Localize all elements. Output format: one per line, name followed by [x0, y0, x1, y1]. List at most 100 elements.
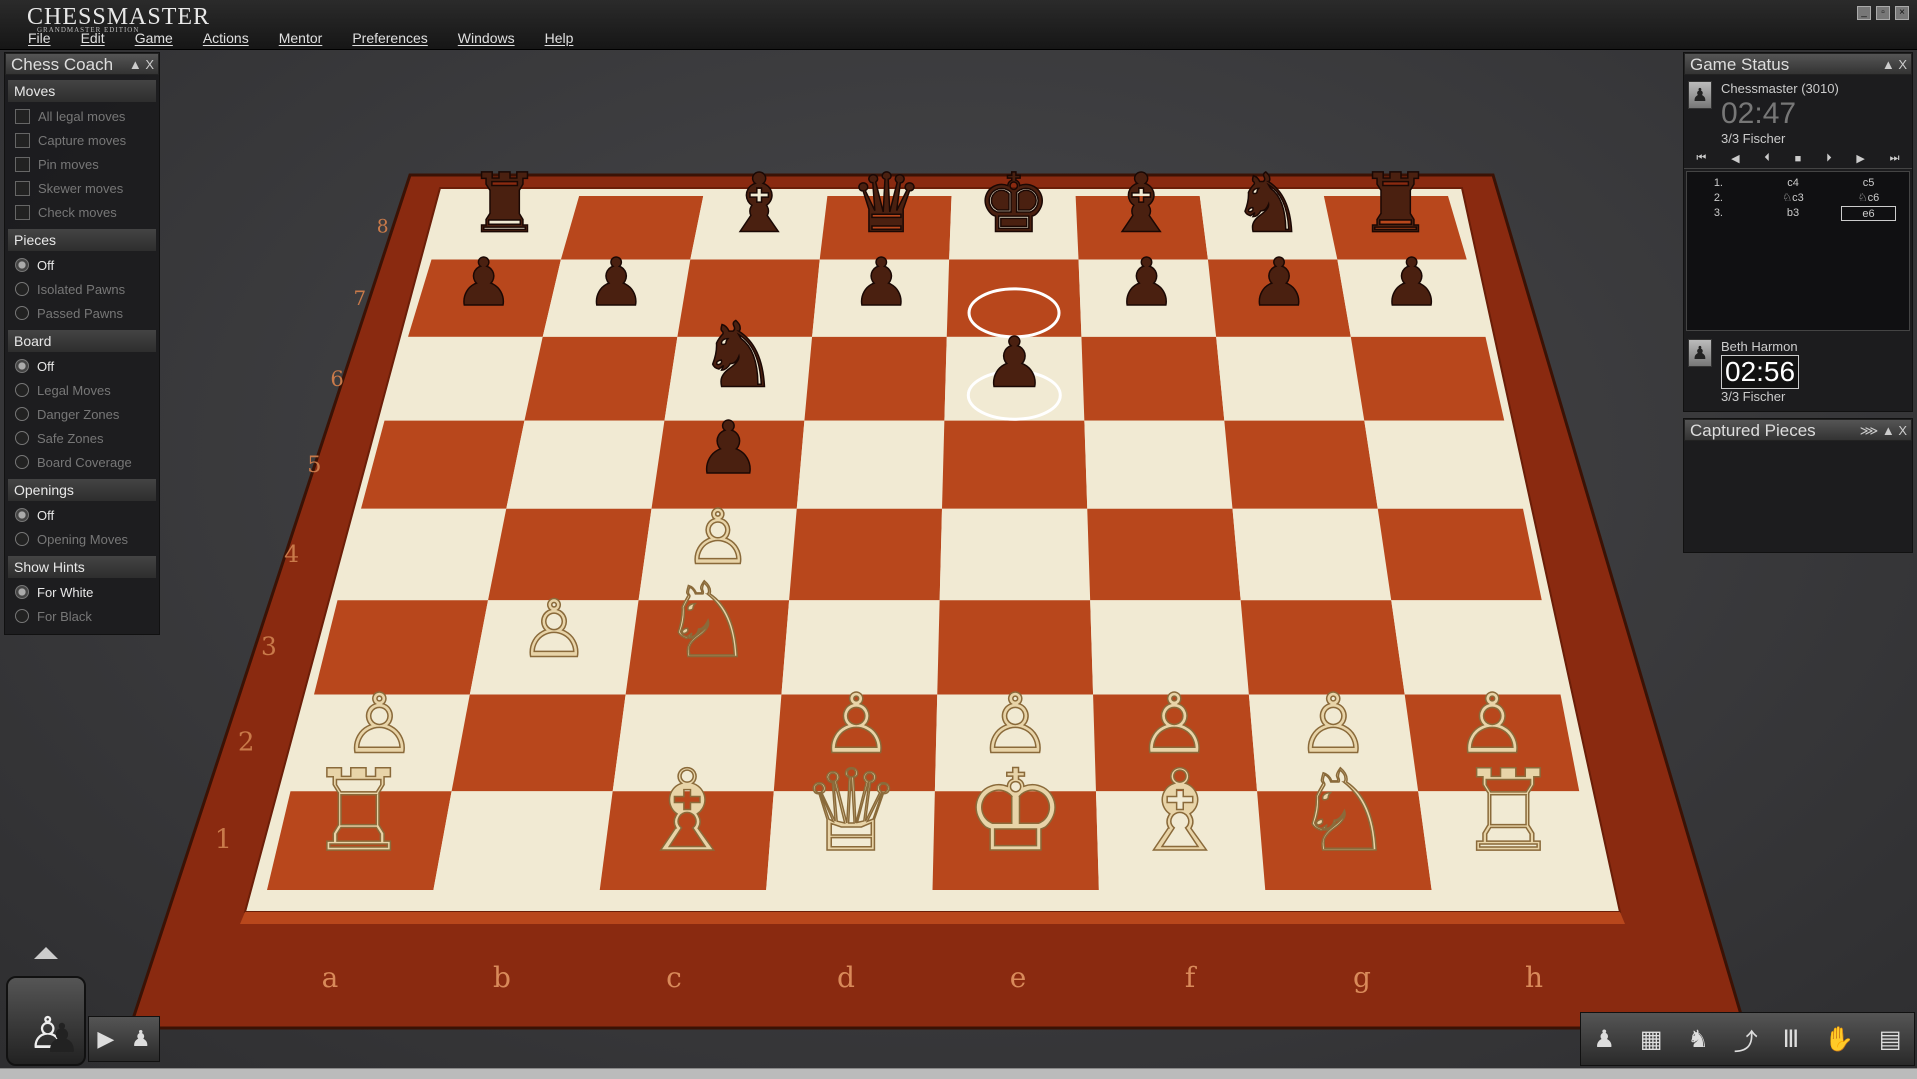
white-move[interactable]: ♘c3: [1723, 191, 1823, 206]
menu-mentor[interactable]: Mentor: [279, 30, 323, 46]
notation-icon[interactable]: ▤: [1879, 1025, 1902, 1054]
black-bishop-c8[interactable]: ♝: [722, 156, 797, 253]
restore-icon[interactable]: ▫: [1876, 6, 1890, 20]
option-off[interactable]: Off: [5, 503, 159, 527]
option-off[interactable]: Off: [5, 253, 159, 277]
radio-button[interactable]: [15, 359, 29, 373]
checkbox[interactable]: [15, 204, 30, 220]
board-square[interactable]: [1350, 336, 1505, 421]
white-rook-a1[interactable]: ♖: [307, 744, 410, 878]
radio-button[interactable]: [15, 609, 29, 623]
analysis-icon[interactable]: Ⅲ: [1783, 1025, 1800, 1054]
option-passed-pawns[interactable]: Passed Pawns: [5, 301, 159, 325]
option-danger-zones[interactable]: Danger Zones: [5, 402, 159, 426]
board-square[interactable]: [1084, 420, 1233, 509]
board-square[interactable]: [433, 791, 613, 890]
black-pawn-b7[interactable]: ♟: [586, 243, 647, 322]
radio-button[interactable]: [15, 508, 29, 522]
board-square[interactable]: [796, 420, 945, 509]
white-bishop-f1[interactable]: ♗: [1129, 744, 1232, 878]
board-square[interactable]: [384, 336, 543, 421]
white-pawn-b3[interactable]: ♙: [518, 582, 591, 677]
black-move[interactable]: c5: [1841, 176, 1896, 191]
board-square[interactable]: [804, 336, 947, 421]
hand-icon[interactable]: ✋: [1824, 1025, 1854, 1054]
radio-button[interactable]: [15, 306, 29, 320]
move-arrows-icon[interactable]: ⤴: [1734, 1022, 1758, 1057]
pawn-icon[interactable]: ♟: [131, 1026, 151, 1052]
move-row[interactable]: 1. c4 c5: [1687, 176, 1909, 191]
board-square[interactable]: [524, 336, 678, 421]
step-forward-icon[interactable]: ⏵: [1826, 152, 1832, 165]
black-knight-g8[interactable]: ♞: [1231, 156, 1306, 253]
board-square[interactable]: [939, 508, 1091, 601]
board-square[interactable]: [1224, 420, 1378, 509]
radio-button[interactable]: [15, 532, 29, 546]
stop-icon[interactable]: ■: [1795, 153, 1802, 165]
option-pin-moves[interactable]: Pin moves: [5, 152, 159, 176]
menu-edit[interactable]: Edit: [81, 30, 105, 46]
checkbox[interactable]: [15, 180, 30, 196]
option-off[interactable]: Off: [5, 354, 159, 378]
black-move[interactable]: e6: [1841, 206, 1896, 221]
white-knight-c3[interactable]: ♘: [660, 560, 755, 683]
move-row[interactable]: 2. ♘c3 ♘c6: [1687, 191, 1909, 206]
board-square[interactable]: [1232, 508, 1392, 601]
panel-controls[interactable]: ▲ X: [1882, 54, 1907, 76]
option-capture-moves[interactable]: Capture moves: [5, 128, 159, 152]
checkbox[interactable]: [15, 108, 30, 124]
option-opening-moves[interactable]: Opening Moves: [5, 527, 159, 551]
menu-file[interactable]: File: [28, 30, 51, 46]
black-pawn-g7[interactable]: ♟: [1249, 243, 1310, 322]
black-move[interactable]: ♘c6: [1841, 191, 1896, 206]
option-skewer-moves[interactable]: Skewer moves: [5, 176, 159, 200]
option-board-coverage[interactable]: Board Coverage: [5, 450, 159, 474]
option-legal-moves[interactable]: Legal Moves: [5, 378, 159, 402]
board-square[interactable]: [506, 420, 665, 509]
white-bishop-c1[interactable]: ♗: [636, 744, 739, 878]
board-square[interactable]: [1087, 508, 1241, 601]
option-safe-zones[interactable]: Safe Zones: [5, 426, 159, 450]
option-isolated-pawns[interactable]: Isolated Pawns: [5, 277, 159, 301]
board-square[interactable]: [1216, 336, 1365, 421]
board-square[interactable]: [789, 508, 942, 601]
pieces-icon[interactable]: ♞: [1687, 1025, 1709, 1054]
next-move-icon[interactable]: ▶: [1856, 152, 1864, 165]
black-pawn-c5[interactable]: ♟: [695, 406, 762, 492]
board-square[interactable]: [337, 508, 507, 601]
black-king-e8[interactable]: ♚: [976, 156, 1051, 253]
black-knight-c6[interactable]: ♞: [697, 303, 780, 410]
board-view-icon[interactable]: ▦: [1640, 1025, 1663, 1054]
option-for-white[interactable]: For White: [5, 580, 159, 604]
panel-controls[interactable]: ▲ X: [129, 54, 154, 76]
black-pawn-a7[interactable]: ♟: [453, 243, 514, 322]
radio-button[interactable]: [15, 282, 29, 296]
menu-actions[interactable]: Actions: [203, 30, 249, 46]
menu-preferences[interactable]: Preferences: [352, 30, 427, 46]
pawn-icon[interactable]: ♟: [1593, 1025, 1615, 1054]
radio-button[interactable]: [15, 431, 29, 445]
radio-button[interactable]: [15, 383, 29, 397]
option-for-black[interactable]: For Black: [5, 604, 159, 628]
radio-button[interactable]: [15, 585, 29, 599]
board-square[interactable]: [1081, 336, 1225, 421]
expand-up-icon[interactable]: [34, 947, 58, 959]
option-check-moves[interactable]: Check moves: [5, 200, 159, 224]
white-move[interactable]: b3: [1723, 206, 1823, 221]
menu-game[interactable]: Game: [135, 30, 173, 46]
chess-board[interactable]: a b c d e f g h12345678 ♜ ♝ ♛ ♚ ♝ ♞ ♜♟ ♟ ♟ ♟ ♟ ♟♞ ♟♟♙♙ ♘♙ ♙ ♙ ♙ ♙…: [0, 50, 1917, 1070]
checkbox[interactable]: [15, 156, 30, 172]
horizontal-scrollbar[interactable]: [0, 1068, 1917, 1079]
black-pawn-f7[interactable]: ♟: [1116, 243, 1177, 322]
board-square[interactable]: [942, 420, 1088, 509]
prev-move-icon[interactable]: ◀: [1731, 152, 1739, 165]
avatar[interactable]: ♙ ♟: [6, 976, 86, 1066]
board-square[interactable]: [1364, 420, 1523, 509]
white-move[interactable]: c4: [1723, 176, 1823, 191]
close-icon[interactable]: ×: [1895, 6, 1909, 20]
white-knight-g1[interactable]: ♘: [1293, 744, 1396, 878]
board-square[interactable]: [361, 420, 525, 509]
step-back-icon[interactable]: ⏴: [1764, 152, 1770, 165]
white-rook-h1[interactable]: ♖: [1457, 744, 1560, 878]
black-queen-d8[interactable]: ♛: [849, 156, 924, 253]
